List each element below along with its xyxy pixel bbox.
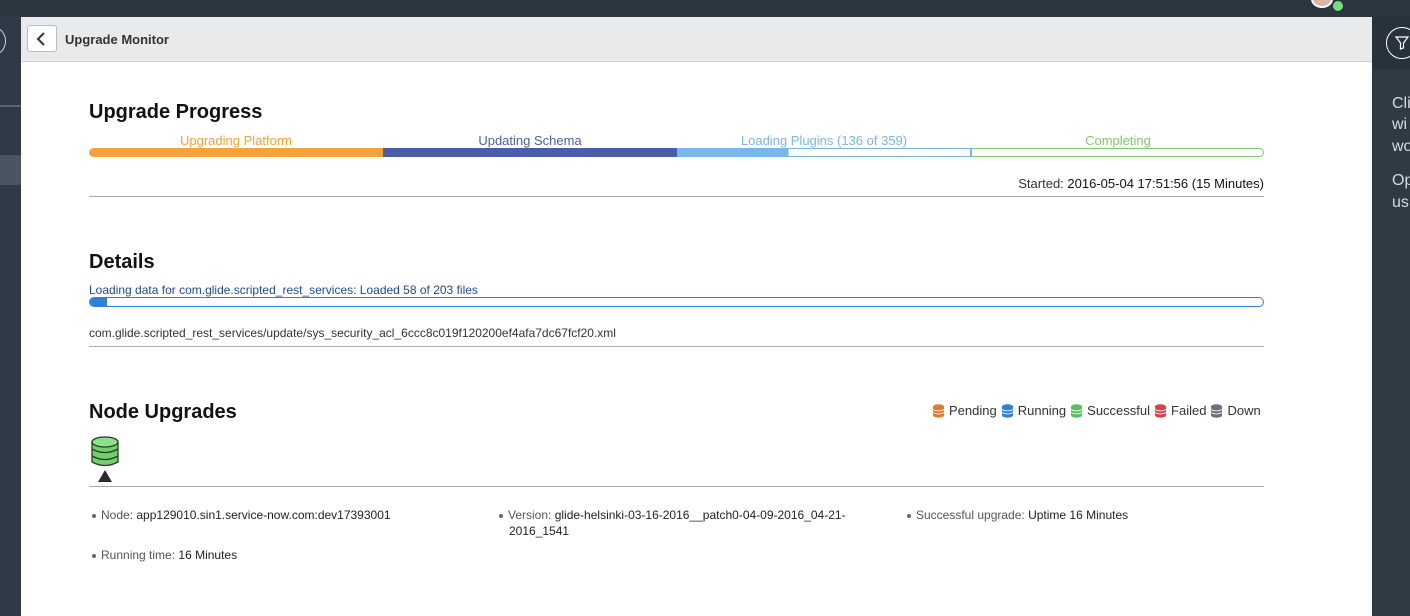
stage-label-platform: Upgrading Platform <box>180 133 292 148</box>
database-icon <box>1070 403 1083 418</box>
page-header: Upgrade Monitor <box>21 17 1372 62</box>
panel-text-line: Op <box>1392 172 1410 189</box>
panel-text-line: wo <box>1392 138 1410 155</box>
details-status: Loading data for com.glide.scripted_rest… <box>89 283 478 297</box>
legend-pending: Pending <box>932 403 997 418</box>
panel-text-line: us <box>1392 194 1409 211</box>
stage-label-schema: Updating Schema <box>478 133 582 148</box>
filter-button[interactable] <box>1386 27 1410 59</box>
database-icon <box>1211 403 1223 418</box>
avatar[interactable] <box>1311 0 1333 8</box>
back-button[interactable] <box>27 25 57 52</box>
divider <box>89 486 1264 487</box>
legend-label: Successful <box>1087 403 1151 418</box>
success-label: Successful upgrade: <box>916 508 1025 522</box>
running-label: Running time: <box>101 548 176 562</box>
database-icon <box>932 403 945 418</box>
panel-text-line: Cli <box>1392 95 1410 112</box>
filter-icon <box>1394 36 1410 50</box>
stage-bar-schema <box>383 148 677 157</box>
details-current-file: com.glide.scripted_rest_services/update/… <box>89 326 616 340</box>
node-running-info: Running time: 16 Minutes <box>92 547 237 563</box>
node-database-icon[interactable] <box>89 436 121 489</box>
nav-selected-item[interactable] <box>0 155 21 185</box>
details-title: Details <box>89 251 155 273</box>
legend-running: Running <box>1001 403 1066 418</box>
legend-label: Failed <box>1171 403 1207 418</box>
stage-bar-platform <box>89 148 383 157</box>
database-icon <box>91 436 119 482</box>
node-success-info: Successful upgrade: Uptime 16 Minutes <box>907 507 1128 523</box>
success-value: Uptime 16 Minutes <box>1028 508 1129 522</box>
left-nav <box>0 17 21 616</box>
filter-header <box>1372 17 1410 69</box>
legend-down: Down <box>1210 403 1261 418</box>
nav-separator <box>0 105 21 107</box>
legend-successful: Successful <box>1070 403 1150 418</box>
divider <box>89 346 1264 347</box>
node-upgrades-title: Node Upgrades <box>89 401 237 423</box>
divider <box>89 196 1264 197</box>
started-value: 2016-05-04 17:51:56 (15 Minutes) <box>1067 176 1264 191</box>
running-value: 16 Minutes <box>178 548 238 562</box>
started-label: Started: <box>1018 176 1064 191</box>
main-content: Upgrade Monitor Upgrade Progress Upgradi… <box>21 17 1372 616</box>
legend-label: Pending <box>949 403 997 418</box>
started-info: Started: 2016-05-04 17:51:56 (15 Minutes… <box>1018 176 1264 191</box>
nav-circle-button[interactable] <box>0 27 6 55</box>
chevron-left-icon <box>36 32 45 46</box>
database-icon <box>1001 403 1013 418</box>
panel-text-line: wi <box>1392 116 1408 133</box>
page-title: Upgrade Monitor <box>65 32 169 47</box>
version-label: Version: <box>508 508 552 522</box>
database-icon <box>1154 403 1167 418</box>
status-legend: Pending Running Successful Failed Down <box>932 403 1265 418</box>
stage-bar-plugins <box>677 148 971 157</box>
stage-label-completing: Completing <box>1085 133 1151 148</box>
stage-label-plugins: Loading Plugins (136 of 359) <box>740 133 908 148</box>
presence-indicator <box>1333 1 1343 11</box>
node-version-info: Version: glide-helsinki-03-16-2016__patc… <box>499 507 879 539</box>
upgrade-progress-title: Upgrade Progress <box>89 101 263 123</box>
node-value: app129010.sin1.service-now.com:dev173930… <box>136 508 391 522</box>
version-value-cont: 2016_1541 <box>509 524 570 538</box>
version-value: glide-helsinki-03-16-2016__patch0-04-09-… <box>554 508 846 522</box>
details-progress-fill <box>90 298 107 306</box>
right-panel: Cli wi wo Op us <box>1372 17 1410 616</box>
details-progress-bar <box>89 297 1264 307</box>
stage-bar-completing <box>971 148 1264 157</box>
node-name-info: Node: app129010.sin1.service-now.com:dev… <box>92 507 391 523</box>
node-label: Node: <box>101 508 134 522</box>
legend-label: Down <box>1227 403 1261 418</box>
top-bar <box>0 0 1410 17</box>
legend-failed: Failed <box>1154 403 1206 418</box>
legend-label: Running <box>1017 403 1067 418</box>
